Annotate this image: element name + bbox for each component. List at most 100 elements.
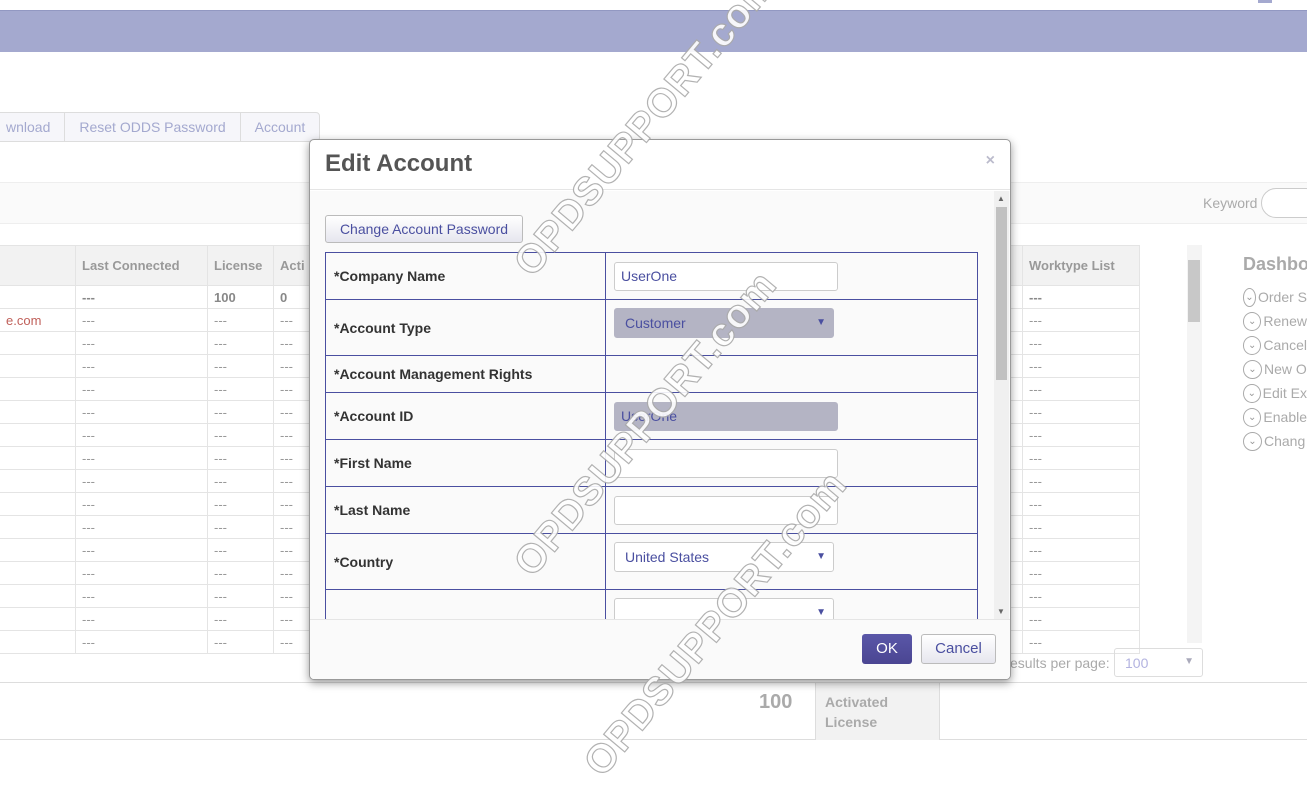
close-icon[interactable]: ×	[986, 152, 995, 170]
table-cell: ---	[207, 561, 274, 585]
table-row[interactable]: --- --- ---	[0, 423, 324, 447]
tab-reset-odds-password[interactable]: Reset ODDS Password	[64, 113, 239, 141]
table-scrollbar[interactable]	[1187, 245, 1202, 643]
table-cell	[0, 285, 76, 309]
activated-license-count: 100	[759, 691, 793, 713]
table-cell: ---	[75, 561, 208, 585]
table-cell: ---	[75, 584, 208, 608]
table-cell: ---	[207, 423, 274, 447]
scroll-up-icon[interactable]: ▲	[997, 194, 1005, 203]
first-name-input[interactable]	[614, 448, 838, 478]
modal-scrollbar[interactable]: ▲ ▼	[994, 191, 1009, 619]
table-row[interactable]: ---	[1000, 354, 1140, 378]
table-row[interactable]: --- --- ---	[0, 584, 324, 608]
table-row[interactable]: --- --- ---	[0, 561, 324, 585]
table-cell: ---	[75, 285, 208, 309]
table-row[interactable]: --- --- ---	[0, 331, 324, 355]
table-row[interactable]: --- --- ---	[0, 492, 324, 516]
table-row[interactable]: e.com --- --- ---	[0, 308, 324, 332]
field-label: *Account Type	[325, 299, 606, 356]
dashboard-item-label: Chang	[1264, 433, 1306, 449]
scroll-down-icon[interactable]: ▼	[997, 607, 1005, 616]
table-cell: ---	[75, 354, 208, 378]
table-row[interactable]: ---	[1000, 308, 1140, 332]
field-label: *Last Name	[325, 486, 606, 534]
country-select[interactable]: United States ▼	[614, 542, 834, 572]
account-type-select[interactable]: Customer ▼	[614, 308, 834, 338]
last-name-input[interactable]	[614, 495, 838, 525]
table-row[interactable]: ---	[1000, 285, 1140, 309]
table-row[interactable]: ---	[1000, 400, 1140, 424]
dashboard-item[interactable]: ⌄ Renew	[1243, 309, 1307, 333]
dashboard-item-label: New O	[1264, 361, 1307, 377]
table-row[interactable]: ---	[1000, 584, 1140, 608]
table-cell	[0, 584, 76, 608]
col-header[interactable]	[0, 245, 76, 286]
table-row[interactable]: --- --- ---	[0, 354, 324, 378]
results-per-page-select[interactable]: 100 ▼	[1114, 648, 1203, 677]
tab-download[interactable]: wnload	[0, 113, 64, 141]
license-summary: 100 Activated License	[0, 682, 1307, 740]
dashboard-item[interactable]: ⌄ Cancel	[1243, 333, 1307, 357]
table-row[interactable]: ---	[1000, 331, 1140, 355]
table-row[interactable]: --- --- ---	[0, 515, 324, 539]
dashboard-item[interactable]: ⌄ Edit Ex	[1243, 381, 1307, 405]
table-cell: ---	[207, 308, 274, 332]
chevron-down-circle-icon: ⌄	[1243, 407, 1262, 427]
table-row[interactable]: ---	[1000, 446, 1140, 470]
table-cell: ---	[207, 469, 274, 493]
table-cell: ---	[75, 630, 208, 654]
table-row[interactable]: --- --- ---	[0, 377, 324, 401]
table-cell	[0, 331, 76, 355]
table-row[interactable]: --- --- ---	[0, 400, 324, 424]
table-cell	[0, 607, 76, 631]
results-per-page-value: 100	[1125, 655, 1149, 671]
top-icon[interactable]	[1258, 0, 1272, 3]
dashboard-item[interactable]: ⌄ Chang	[1243, 429, 1307, 453]
caret-down-icon: ▼	[816, 607, 826, 618]
account-form: *Company Name UserOne *Account Type Custom…	[325, 252, 978, 619]
table-row[interactable]: ---	[1000, 515, 1140, 539]
table-cell: ---	[75, 492, 208, 516]
field-label: *First Name	[325, 439, 606, 487]
dashboard-item-label: Renew	[1263, 313, 1307, 329]
tab-account[interactable]: Account	[239, 113, 320, 141]
dashboard-item[interactable]: ⌄ Enable	[1243, 405, 1307, 429]
table-row[interactable]: ---	[1000, 607, 1140, 631]
company-name-input[interactable]: UserOne	[614, 261, 838, 291]
table-cell: ---	[75, 308, 208, 332]
dashboard-item[interactable]: ⌄ Order S	[1243, 285, 1307, 309]
table-cell	[0, 538, 76, 562]
change-account-password-button[interactable]: Change Account Password	[325, 215, 523, 243]
state-select[interactable]: ▼	[614, 598, 834, 619]
table-row[interactable]: --- --- ---	[0, 538, 324, 562]
dashboard-title: Dashbo	[1243, 254, 1307, 274]
dashboard-item[interactable]: ⌄ New O	[1243, 357, 1307, 381]
table-row[interactable]: --- --- ---	[0, 469, 324, 493]
table-row[interactable]: ---	[1000, 469, 1140, 493]
chevron-down-circle-icon: ⌄	[1243, 359, 1262, 379]
table-row[interactable]: ---	[1000, 377, 1140, 401]
col-header-license[interactable]: License	[207, 245, 274, 286]
table-cell: ---	[1022, 354, 1140, 378]
col-header-worktype-list[interactable]: Worktype List	[1022, 245, 1140, 286]
table-cell: ---	[75, 446, 208, 470]
table-row[interactable]: ---	[1000, 538, 1140, 562]
table-row[interactable]: ---	[1000, 423, 1140, 447]
table-row[interactable]: ---	[1000, 561, 1140, 585]
table-cell: ---	[75, 538, 208, 562]
cancel-button[interactable]: Cancel	[921, 634, 996, 664]
table-row[interactable]: --- --- ---	[0, 446, 324, 470]
table-row[interactable]: --- --- ---	[0, 607, 324, 631]
keyword-input[interactable]	[1261, 188, 1307, 218]
table-cell: ---	[1022, 423, 1140, 447]
tab-bar: wnload Reset ODDS Password Account	[0, 112, 321, 142]
table-cell: ---	[75, 607, 208, 631]
col-header-last-connected[interactable]: Last Connected	[75, 245, 208, 286]
accounts-table-right: Worktype List --- --- --- --- --- --- --- --- --…	[1000, 245, 1140, 654]
dashboard-item-label: Cancel	[1263, 337, 1307, 353]
ok-button[interactable]: OK	[862, 634, 912, 664]
table-row[interactable]: ---	[1000, 492, 1140, 516]
table-row[interactable]: --- --- ---	[0, 630, 324, 654]
table-row[interactable]: --- 100 0	[0, 285, 324, 309]
